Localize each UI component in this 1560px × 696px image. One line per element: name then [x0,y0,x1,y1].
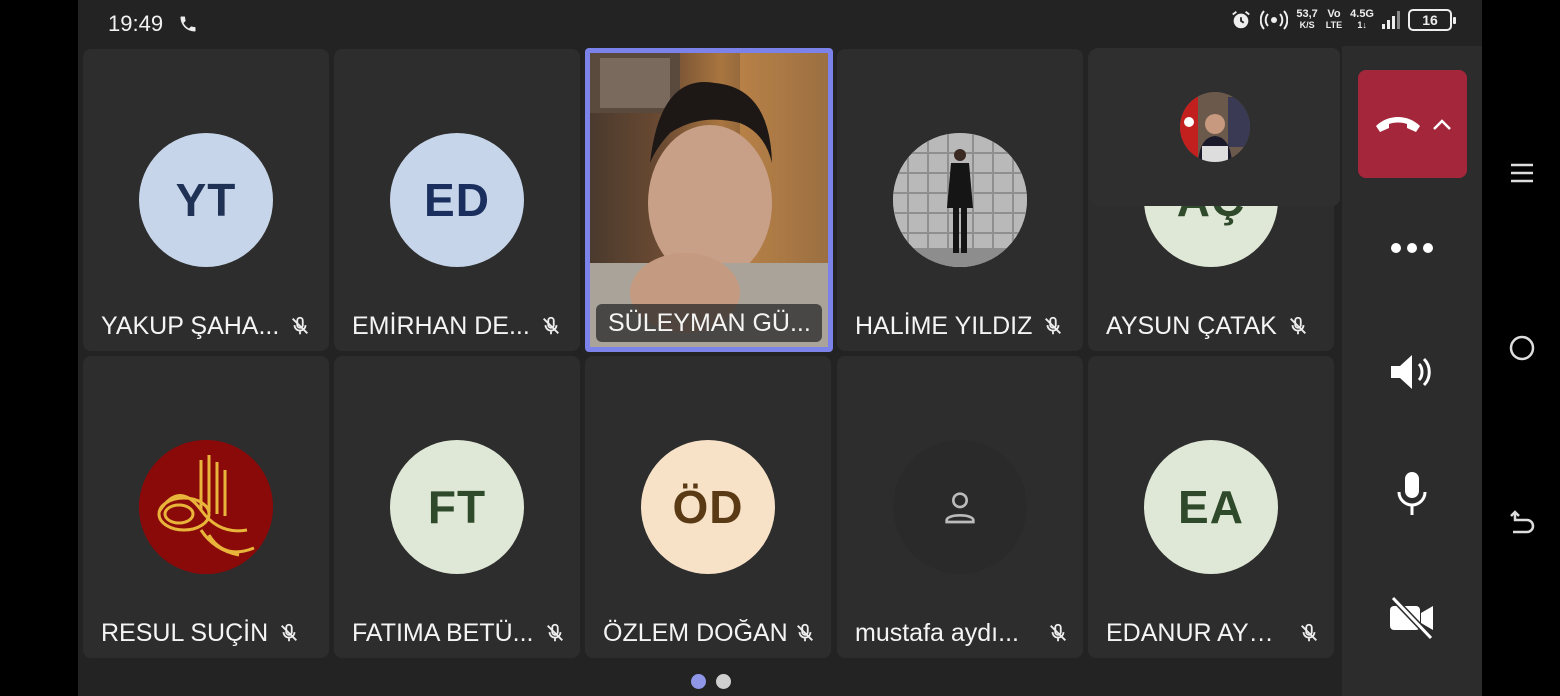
home-icon [1509,335,1535,361]
avatar-generic [893,440,1027,574]
more-icon [1391,243,1433,253]
mic-muted-icon [1050,623,1066,642]
participant-tile[interactable]: RESUL SUÇİN [83,356,329,658]
participant-name: AYSUN ÇATAK [1106,311,1277,340]
net-speed-value: 53,7 [1296,8,1318,20]
menu-icon [1511,163,1533,183]
back-icon [1510,510,1535,534]
avatar: EA [1144,440,1278,574]
mic-muted-icon [1289,316,1306,335]
page-dot[interactable] [716,674,731,689]
phone-call-icon [180,16,196,32]
network-label: 4.5G [1350,8,1374,20]
network-activity: 1↓ [1357,20,1367,30]
speaker-button[interactable] [1382,342,1442,402]
tughra-image [139,440,273,574]
signal-bars-icon [1382,11,1400,29]
participant-tile[interactable]: mustafa aydı... [837,356,1083,658]
page-dot-active[interactable] [691,674,706,689]
clock: 19:49 [108,11,164,36]
mic-muted-icon [1045,316,1062,335]
mic-muted-icon [292,316,309,335]
mic-muted-icon [546,623,563,642]
self-photo [1180,92,1250,162]
status-bar: 19:49 53,7 K/S Vo LTE 4.5G 1↓ 16 [78,0,1482,46]
end-call-icon [1375,117,1420,132]
self-view-tile[interactable] [1090,48,1340,206]
avatar-photo [893,133,1027,267]
participant-video [590,53,828,347]
chevron-up-icon[interactable] [1432,117,1452,131]
nav-menu-button[interactable] [1500,151,1544,195]
camera-off-icon [1390,596,1434,640]
volte-bottom: LTE [1325,20,1343,30]
participant-name-row: EDANUR AYD... [1106,618,1320,648]
participant-tile[interactable]: ÖD ÖZLEM DOĞAN [585,356,831,658]
camera-button[interactable] [1382,588,1442,648]
teams-call-screen: 19:49 53,7 K/S Vo LTE 4.5G 1↓ 16 YT YAKU… [78,0,1482,696]
participant-name-row: AYSUN ÇATAK [1106,311,1320,341]
speaker-icon [1391,355,1431,389]
battery-indicator: 16 [1408,9,1456,31]
avatar-photo [139,440,273,574]
avatar: ÖD [641,440,775,574]
participant-name: SÜLEYMAN GÜ... [608,308,811,337]
participant-name: EMİRHAN DE... [352,311,530,340]
participant-tile[interactable]: HALİME YILDIZ [837,49,1083,351]
self-view-photo [1180,92,1250,162]
mic-muted-icon [796,623,813,642]
net-speed-unit: K/S [1299,20,1315,30]
participant-tile[interactable]: ED EMİRHAN DE... [334,49,580,351]
participant-tile[interactable]: YT YAKUP ŞAHA... [83,49,329,351]
more-options-button[interactable] [1382,218,1442,278]
participant-tile[interactable]: FT FATIMA BETÜ... [334,356,580,658]
participant-tile-active-speaker[interactable]: SÜLEYMAN GÜ... [585,48,833,352]
alarm-icon [1232,11,1251,29]
participant-name-row: EMİRHAN DE... [352,311,566,341]
participant-name: FATIMA BETÜ... [352,618,534,647]
mic-muted-icon [1301,623,1317,642]
participant-name-row: ÖZLEM DOĞAN [603,618,817,648]
page-indicator[interactable] [691,674,731,689]
avatar: FT [390,440,524,574]
nav-home-button[interactable] [1500,326,1544,370]
hotspot-icon [1260,10,1289,30]
network-type: 4.5G 1↓ [1350,9,1374,31]
participant-name-row: FATIMA BETÜ... [352,618,566,648]
system-icons: 53,7 K/S Vo LTE 4.5G 1↓ 16 [1230,9,1456,31]
end-call-button[interactable] [1358,70,1467,178]
participant-name-row: HALİME YILDIZ [855,311,1069,341]
microphone-icon [1397,472,1427,515]
participant-name: HALİME YILDIZ [855,311,1033,340]
participant-photo [893,133,1027,267]
volte-top: Vo [1327,8,1341,20]
microphone-button[interactable] [1382,464,1442,524]
call-controls-rail [1342,46,1482,696]
mic-muted-icon [542,316,559,335]
participant-name: mustafa aydı... [855,618,1019,647]
person-icon [945,492,975,524]
participant-name-row: RESUL SUÇİN [101,618,315,648]
participant-name: YAKUP ŞAHA... [101,311,280,340]
participant-name-pill: SÜLEYMAN GÜ... [596,304,822,342]
participant-name: ÖZLEM DOĞAN [603,618,788,647]
avatar: ED [390,133,524,267]
participant-name: EDANUR AYD... [1106,618,1282,647]
net-speed: 53,7 K/S [1296,9,1317,31]
participant-tile[interactable]: EA EDANUR AYD... [1088,356,1334,658]
participant-name: RESUL SUÇİN [101,618,269,647]
nav-back-button[interactable] [1500,500,1544,544]
participant-name-row: YAKUP ŞAHA... [101,311,315,341]
participant-name-row: mustafa aydı... [855,618,1069,648]
video-frame [590,53,828,347]
avatar: YT [139,133,273,267]
mic-muted-icon [281,623,298,642]
volte-indicator: Vo LTE [1326,9,1342,31]
